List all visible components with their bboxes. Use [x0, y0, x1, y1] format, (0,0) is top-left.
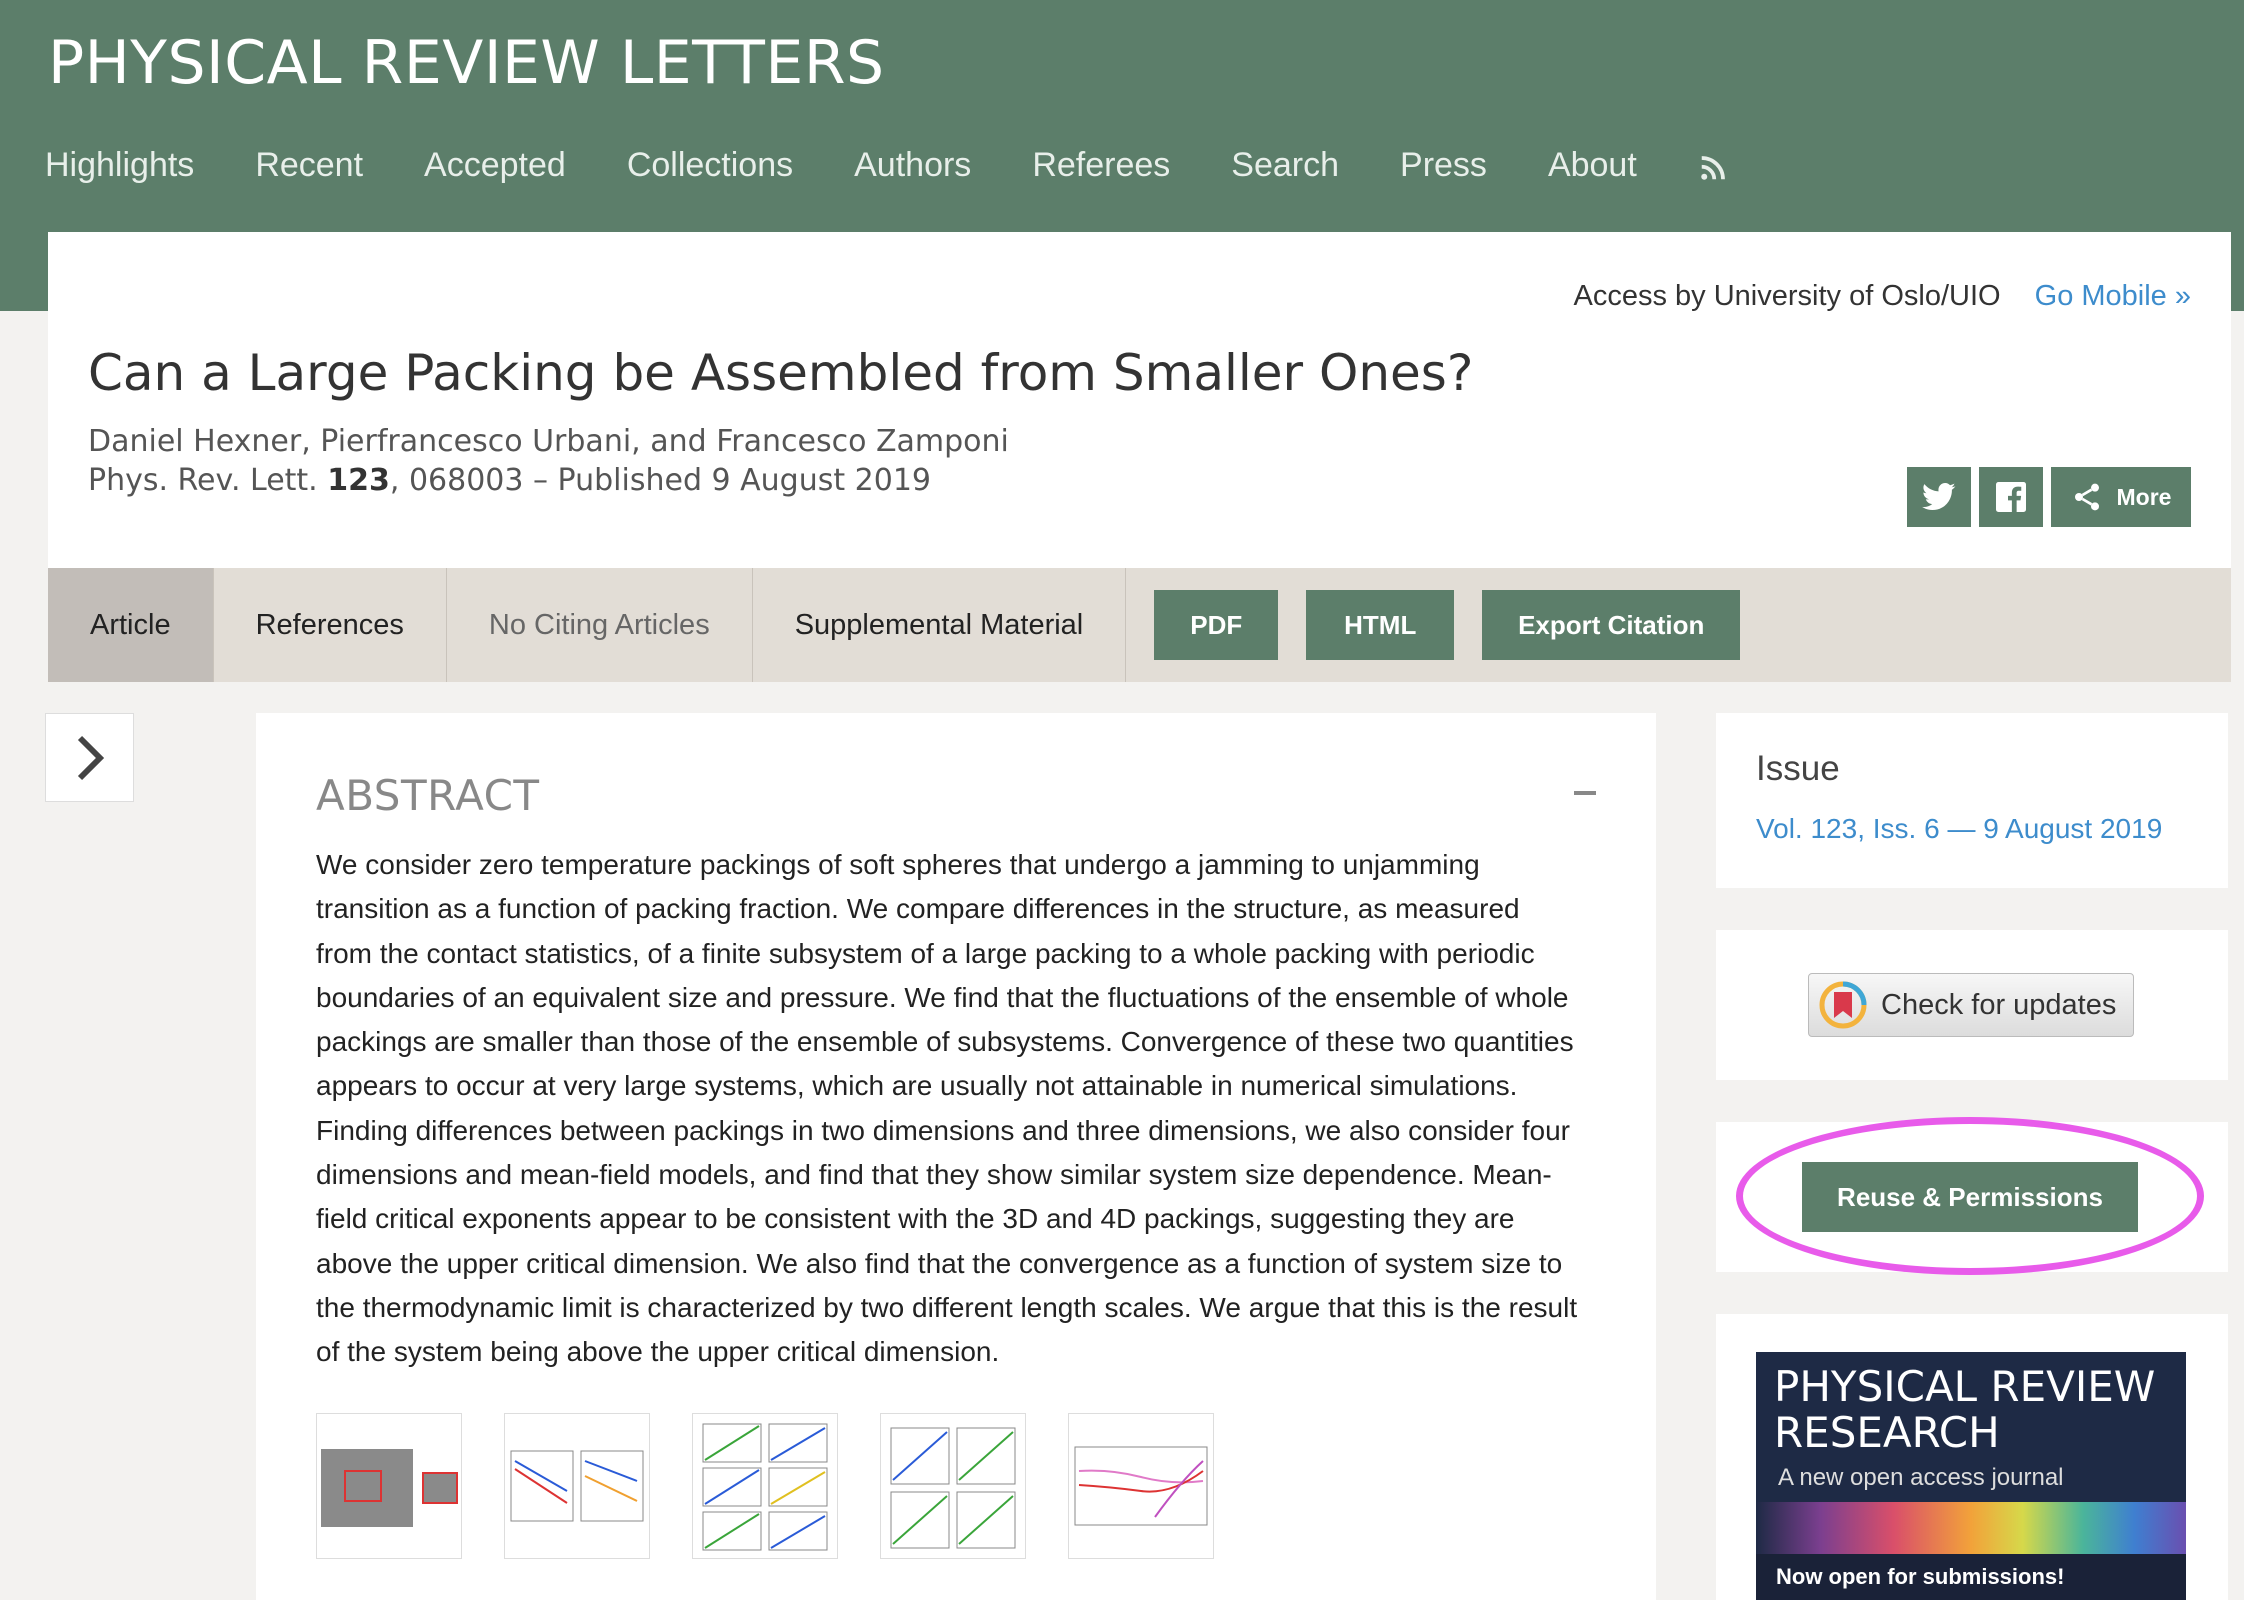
abstract-line: boundaries of an equivalent size and pre… — [316, 981, 1569, 1013]
figure-image — [321, 1449, 458, 1527]
figure-thumbnail-4[interactable] — [880, 1413, 1026, 1559]
twitter-icon — [1922, 482, 1956, 511]
nav-about[interactable]: About — [1548, 146, 1637, 185]
twitter-share-button[interactable] — [1907, 467, 1971, 527]
figure-image — [890, 1427, 1016, 1549]
nav-highlights[interactable]: Highlights — [45, 146, 194, 185]
ad-spectrum-graphic — [1756, 1502, 2186, 1554]
rss-icon[interactable] — [1698, 153, 1728, 183]
ad-subtitle: A new open access journal — [1778, 1464, 2064, 1491]
issue-label: Issue — [1756, 749, 1840, 788]
issue-panel: Issue Vol. 123, Iss. 6 — 9 August 2019 — [1716, 713, 2228, 888]
abstract-line: We consider zero temperature packings of… — [316, 849, 1480, 880]
site-title[interactable]: PHYSICAL REVIEW LETTERS — [48, 28, 885, 98]
tab-citing-articles[interactable]: No Citing Articles — [447, 568, 753, 682]
updates-panel: Check for updates — [1716, 930, 2228, 1080]
export-citation-button[interactable]: Export Citation — [1482, 590, 1741, 660]
abstract-line: above the upper critical dimension. We a… — [316, 1247, 1563, 1279]
chevron-right-icon — [77, 735, 104, 780]
citation-journal: Phys. Rev. Lett. — [88, 463, 318, 498]
issue-link[interactable]: Vol. 123, Iss. 6 — 9 August 2019 — [1756, 813, 2162, 845]
ad-title-line2: RESEARCH — [1774, 1408, 2000, 1457]
citation-volume: 123 — [327, 463, 390, 498]
abstract-line: Finding differences between packings in … — [316, 1114, 1570, 1146]
nav-recent[interactable]: Recent — [255, 146, 363, 185]
article-citation: Phys. Rev. Lett. 123, 068003 – Published… — [88, 463, 931, 498]
share-buttons: More — [1899, 467, 2191, 527]
check-for-updates-label: Check for updates — [1881, 988, 2117, 1021]
abstract-text: We consider zero temperature packings of… — [316, 843, 1616, 1375]
abstract-line: the thermodynamic limit is characterized… — [316, 1291, 1578, 1323]
citation-details: , 068003 – Published 9 August 2019 — [389, 463, 932, 498]
tab-references[interactable]: References — [214, 568, 447, 682]
html-button[interactable]: HTML — [1306, 590, 1455, 660]
ad-panel: PHYSICAL REVIEW RESEARCH A new open acce… — [1716, 1314, 2228, 1600]
abstract-section: ABSTRACT We consider zero temperature pa… — [256, 713, 1656, 1600]
more-label: More — [2116, 483, 2172, 510]
facebook-icon — [1996, 482, 2026, 512]
abstract-line: from the contact statistics, of a finite… — [316, 937, 1535, 969]
tab-article[interactable]: Article — [48, 568, 214, 682]
facebook-share-button[interactable] — [1979, 467, 2043, 527]
nav-referees[interactable]: Referees — [1032, 146, 1170, 185]
abstract-line: of the system being above the upper crit… — [316, 1336, 1000, 1368]
collapse-abstract-button[interactable] — [1574, 791, 1596, 795]
go-mobile-link[interactable]: Go Mobile » — [2035, 280, 2191, 312]
ad-title: PHYSICAL REVIEW RESEARCH — [1774, 1364, 2155, 1456]
access-text: Access by University of Oslo/UIO — [1573, 280, 2001, 312]
abstract-line: appears to occur at very large systems, … — [316, 1070, 1518, 1102]
nav-collections[interactable]: Collections — [627, 146, 793, 185]
abstract-line: transition as a function of packing frac… — [316, 893, 1520, 925]
main-nav: Highlights Recent Accepted Collections A… — [45, 146, 1728, 185]
check-for-updates-button[interactable]: Check for updates — [1808, 973, 2134, 1037]
nav-authors[interactable]: Authors — [854, 146, 971, 185]
figure-image — [1074, 1446, 1208, 1526]
figure-image — [702, 1423, 828, 1551]
abstract-heading: ABSTRACT — [316, 771, 540, 820]
access-info: Access by University of Oslo/UIO Go Mobi… — [1574, 280, 2191, 313]
article-header-card: Access by University of Oslo/UIO Go Mobi… — [48, 232, 2231, 568]
figure-image — [510, 1450, 644, 1522]
nav-press[interactable]: Press — [1400, 146, 1487, 185]
crossmark-icon — [1819, 981, 1867, 1029]
figure-thumbnail-1[interactable] — [316, 1413, 462, 1559]
nav-accepted[interactable]: Accepted — [424, 146, 566, 185]
abstract-line: packings are smaller than those of the e… — [316, 1026, 1574, 1058]
figure-thumbnail-3[interactable] — [692, 1413, 838, 1559]
share-icon — [2074, 483, 2099, 511]
reuse-permissions-button[interactable]: Reuse & Permissions — [1802, 1162, 2138, 1232]
prresearch-ad-banner[interactable]: PHYSICAL REVIEW RESEARCH A new open acce… — [1756, 1352, 2186, 1600]
figure-thumbnail-2[interactable] — [504, 1413, 650, 1559]
figure-thumbnail-5[interactable] — [1068, 1413, 1214, 1559]
article-tabbar: Article References No Citing Articles Su… — [48, 568, 2231, 682]
sidebar-toggle-button[interactable] — [45, 713, 134, 802]
download-actions: PDF HTML Export Citation — [1126, 568, 1768, 682]
article-title: Can a Large Packing be Assembled from Sm… — [88, 344, 1474, 402]
pdf-button[interactable]: PDF — [1154, 590, 1279, 660]
article-authors[interactable]: Daniel Hexner, Pierfrancesco Urbani, and… — [88, 424, 1009, 459]
abstract-line: field critical exponents appear to be co… — [316, 1203, 1515, 1235]
nav-search[interactable]: Search — [1231, 146, 1339, 185]
figure-thumbnails — [316, 1413, 1256, 1559]
more-share-button[interactable]: More — [2051, 467, 2191, 527]
tab-supplemental[interactable]: Supplemental Material — [753, 568, 1127, 682]
ad-title-line1: PHYSICAL REVIEW — [1774, 1362, 2156, 1411]
reuse-panel: Reuse & Permissions — [1716, 1122, 2228, 1272]
abstract-line: dimensions and mean-field models, and fi… — [316, 1159, 1552, 1191]
ad-cta: Now open for submissions! — [1756, 1554, 2186, 1600]
